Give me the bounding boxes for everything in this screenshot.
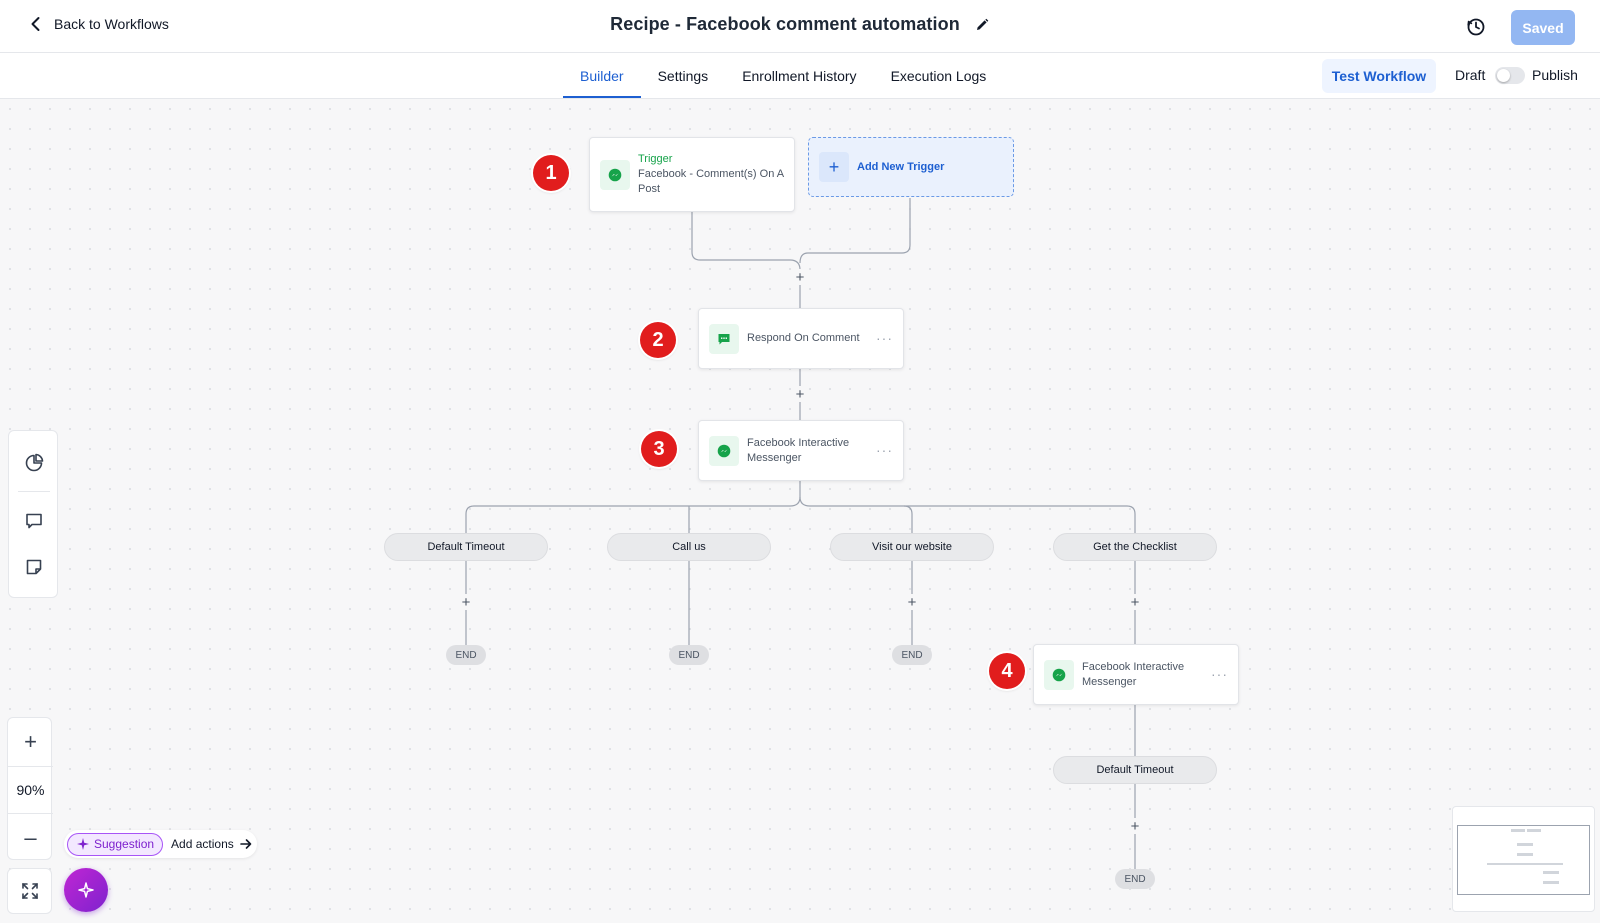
add-new-trigger-button[interactable]: + Add New Trigger: [808, 137, 1014, 197]
publish-toggle[interactable]: [1495, 67, 1525, 84]
draft-label: Draft: [1455, 67, 1486, 83]
publish-label: Publish: [1532, 67, 1578, 83]
top-bar: Back to Workflows Recipe - Facebook comm…: [0, 0, 1600, 53]
minimap-node: [1543, 871, 1559, 874]
test-workflow-button[interactable]: Test Workflow: [1322, 59, 1436, 93]
sticky-note-icon: [26, 559, 42, 575]
left-tool-panel: [8, 430, 58, 598]
page-title: Recipe - Facebook comment automation: [610, 14, 960, 34]
title-wrap: Recipe - Facebook comment automation: [0, 14, 1600, 35]
tool-divider: [18, 491, 50, 492]
ai-assistant-button[interactable]: [64, 868, 108, 912]
trigger-node[interactable]: Trigger Facebook - Comment(s) On A Post: [589, 137, 795, 212]
respond-label: Respond On Comment: [747, 332, 860, 344]
chat-bubble-icon: [709, 323, 739, 354]
trigger-kicker: Trigger: [638, 153, 673, 165]
minimap-node: [1543, 881, 1559, 884]
suggestion-pill[interactable]: Suggestion: [67, 832, 164, 856]
messenger2-text: Facebook Interactive Messenger: [1082, 660, 1184, 690]
step-badge-3: 3: [641, 431, 677, 467]
add-step-plus-1[interactable]: +: [792, 269, 808, 285]
pencil-edit-icon[interactable]: [974, 17, 990, 33]
facebook-messenger-node-2[interactable]: Facebook Interactive Messenger ···: [1033, 644, 1239, 705]
saved-button[interactable]: Saved: [1511, 10, 1575, 45]
tab-settings[interactable]: Settings: [641, 53, 726, 99]
suggestion-label: Suggestion: [94, 837, 155, 851]
comment-tool-button[interactable]: [22, 509, 46, 533]
zoom-panel: + 90% –: [7, 717, 53, 862]
tabs: Builder Settings Enrollment History Exec…: [563, 53, 1003, 99]
respond-on-comment-node[interactable]: Respond On Comment ···: [698, 308, 904, 369]
branch-default-timeout[interactable]: Default Timeout: [384, 533, 548, 561]
tab-enrollment-history[interactable]: Enrollment History: [725, 53, 873, 99]
suggestion-bar: Suggestion Add actions: [64, 830, 257, 858]
step-badge-4: 4: [989, 653, 1025, 689]
tab-builder[interactable]: Builder: [563, 53, 641, 99]
minimap[interactable]: [1452, 806, 1595, 912]
history-clock-icon[interactable]: [1465, 16, 1487, 38]
add-step-plus-branch-3[interactable]: +: [904, 594, 920, 610]
add-step-plus-2[interactable]: +: [792, 386, 808, 402]
messenger2-line-1: Facebook Interactive: [1082, 660, 1185, 673]
end-marker: END: [1115, 869, 1155, 889]
end-marker: END: [669, 645, 709, 665]
messenger2-line-2: Messenger: [1082, 675, 1137, 688]
add-actions-link[interactable]: Add actions: [171, 837, 252, 851]
minimap-node: [1511, 829, 1525, 832]
minimap-node: [1517, 843, 1533, 846]
expand-icon: [21, 883, 38, 899]
step-badge-1: 1: [533, 155, 569, 191]
stats-tool-button[interactable]: [22, 451, 46, 475]
end-marker: END: [892, 645, 932, 665]
end-marker: END: [446, 645, 486, 665]
add-step-plus-sub[interactable]: +: [1127, 818, 1143, 834]
branch-visit-website[interactable]: Visit our website: [830, 533, 994, 561]
minimap-node: [1487, 863, 1563, 865]
messenger1-text: Facebook Interactive Messenger: [747, 436, 849, 466]
messenger1-line-1: Facebook Interactive: [747, 436, 850, 449]
zoom-in-button[interactable]: +: [8, 718, 53, 766]
arrow-right-icon: [239, 839, 252, 849]
tab-execution-logs[interactable]: Execution Logs: [874, 53, 1004, 99]
zoom-out-button[interactable]: –: [8, 814, 53, 862]
messenger-icon: [600, 159, 630, 190]
plus-icon: +: [819, 152, 849, 182]
add-step-plus-branch-1[interactable]: +: [458, 594, 474, 610]
pie-chart-icon: [25, 453, 44, 472]
note-tool-button[interactable]: [22, 555, 46, 579]
node-menu-icon[interactable]: ···: [1211, 666, 1228, 682]
minimap-viewport[interactable]: [1457, 825, 1590, 895]
sparkle-icon: [77, 838, 89, 850]
comment-icon: [26, 513, 42, 529]
trigger-line-2: Post: [638, 183, 661, 195]
workflow-canvas[interactable]: [0, 99, 1600, 923]
trigger-line-1: Facebook - Comment(s) On A: [638, 168, 785, 180]
messenger-icon: [709, 435, 739, 466]
branch-default-timeout-2[interactable]: Default Timeout: [1053, 756, 1217, 784]
trigger-text: Trigger Facebook - Comment(s) On A Post: [638, 152, 784, 197]
messenger-icon: [1044, 659, 1074, 690]
facebook-messenger-node-1[interactable]: Facebook Interactive Messenger ···: [698, 420, 904, 481]
fit-view-button[interactable]: [7, 868, 52, 914]
minimap-node: [1527, 829, 1541, 832]
node-menu-icon[interactable]: ···: [876, 330, 893, 346]
minimap-node: [1517, 853, 1533, 856]
messenger1-line-2: Messenger: [747, 451, 802, 464]
tab-bar: Builder Settings Enrollment History Exec…: [0, 53, 1600, 99]
branch-get-checklist[interactable]: Get the Checklist: [1053, 533, 1217, 561]
add-step-plus-branch-4[interactable]: +: [1127, 594, 1143, 610]
node-menu-icon[interactable]: ···: [876, 442, 893, 458]
sparkle-wand-icon: [78, 882, 94, 898]
branch-call-us[interactable]: Call us: [607, 533, 771, 561]
step-badge-2: 2: [640, 322, 676, 358]
add-actions-label: Add actions: [171, 837, 234, 851]
zoom-level: 90%: [8, 766, 53, 814]
add-new-trigger-label: Add New Trigger: [857, 161, 945, 173]
